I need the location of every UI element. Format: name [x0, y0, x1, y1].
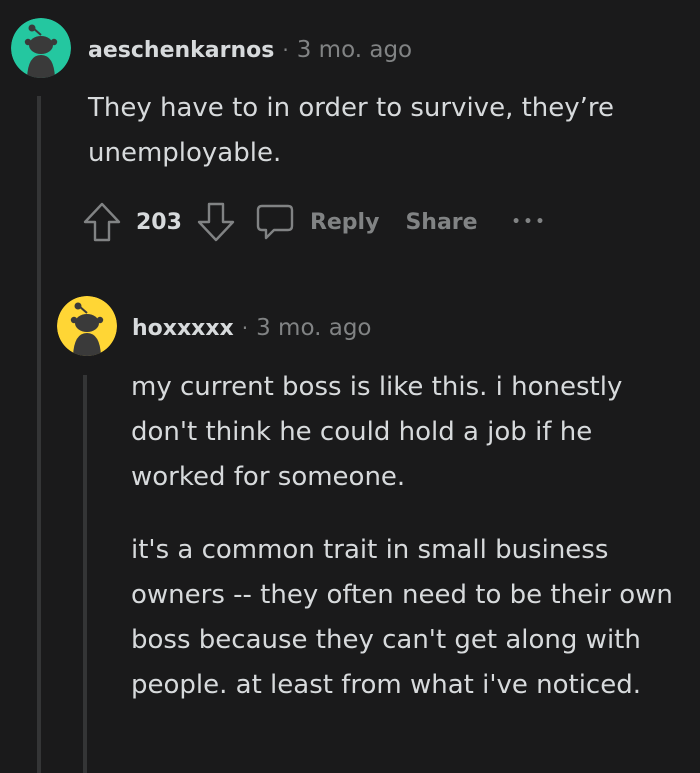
reply-button[interactable]: Reply [254, 200, 386, 244]
snoo-avatar-icon [57, 296, 117, 356]
share-button[interactable]: Share [399, 210, 483, 235]
upvote-button[interactable] [82, 200, 122, 244]
timestamp[interactable]: 3 mo. ago [256, 315, 371, 341]
downvote-arrow-icon [197, 202, 235, 242]
vote-count: 203 [136, 209, 182, 235]
comment-paragraph: it's a common trait in small business ow… [131, 535, 673, 700]
reply-label: Reply [309, 209, 380, 235]
thread-line-comment-1[interactable] [37, 96, 41, 773]
thread-line-comment-2[interactable] [83, 375, 87, 773]
timestamp[interactable]: 3 mo. ago [297, 37, 412, 63]
avatar[interactable] [11, 18, 71, 78]
meta-separator: · [282, 38, 289, 62]
username[interactable]: aeschenkarnos [88, 38, 274, 63]
comment-meta: hoxxxxx · 3 mo. ago [132, 313, 372, 343]
upvote-arrow-icon [83, 202, 121, 242]
avatar[interactable] [57, 296, 117, 356]
comment-bubble-icon [256, 204, 294, 240]
more-options-button[interactable]: ••• [506, 214, 554, 230]
meta-separator: · [241, 316, 249, 340]
comment-body: They have to in order to survive, they’r… [88, 93, 615, 168]
comment-action-bar: 203 Reply Share ••• [82, 200, 553, 244]
downvote-button[interactable] [196, 200, 236, 244]
snoo-avatar-icon [11, 18, 71, 78]
username[interactable]: hoxxxxx [132, 316, 234, 341]
comment-meta: aeschenkarnos · 3 mo. ago [88, 35, 412, 65]
comment-paragraph: my current boss is like this. i honestly… [131, 372, 623, 492]
